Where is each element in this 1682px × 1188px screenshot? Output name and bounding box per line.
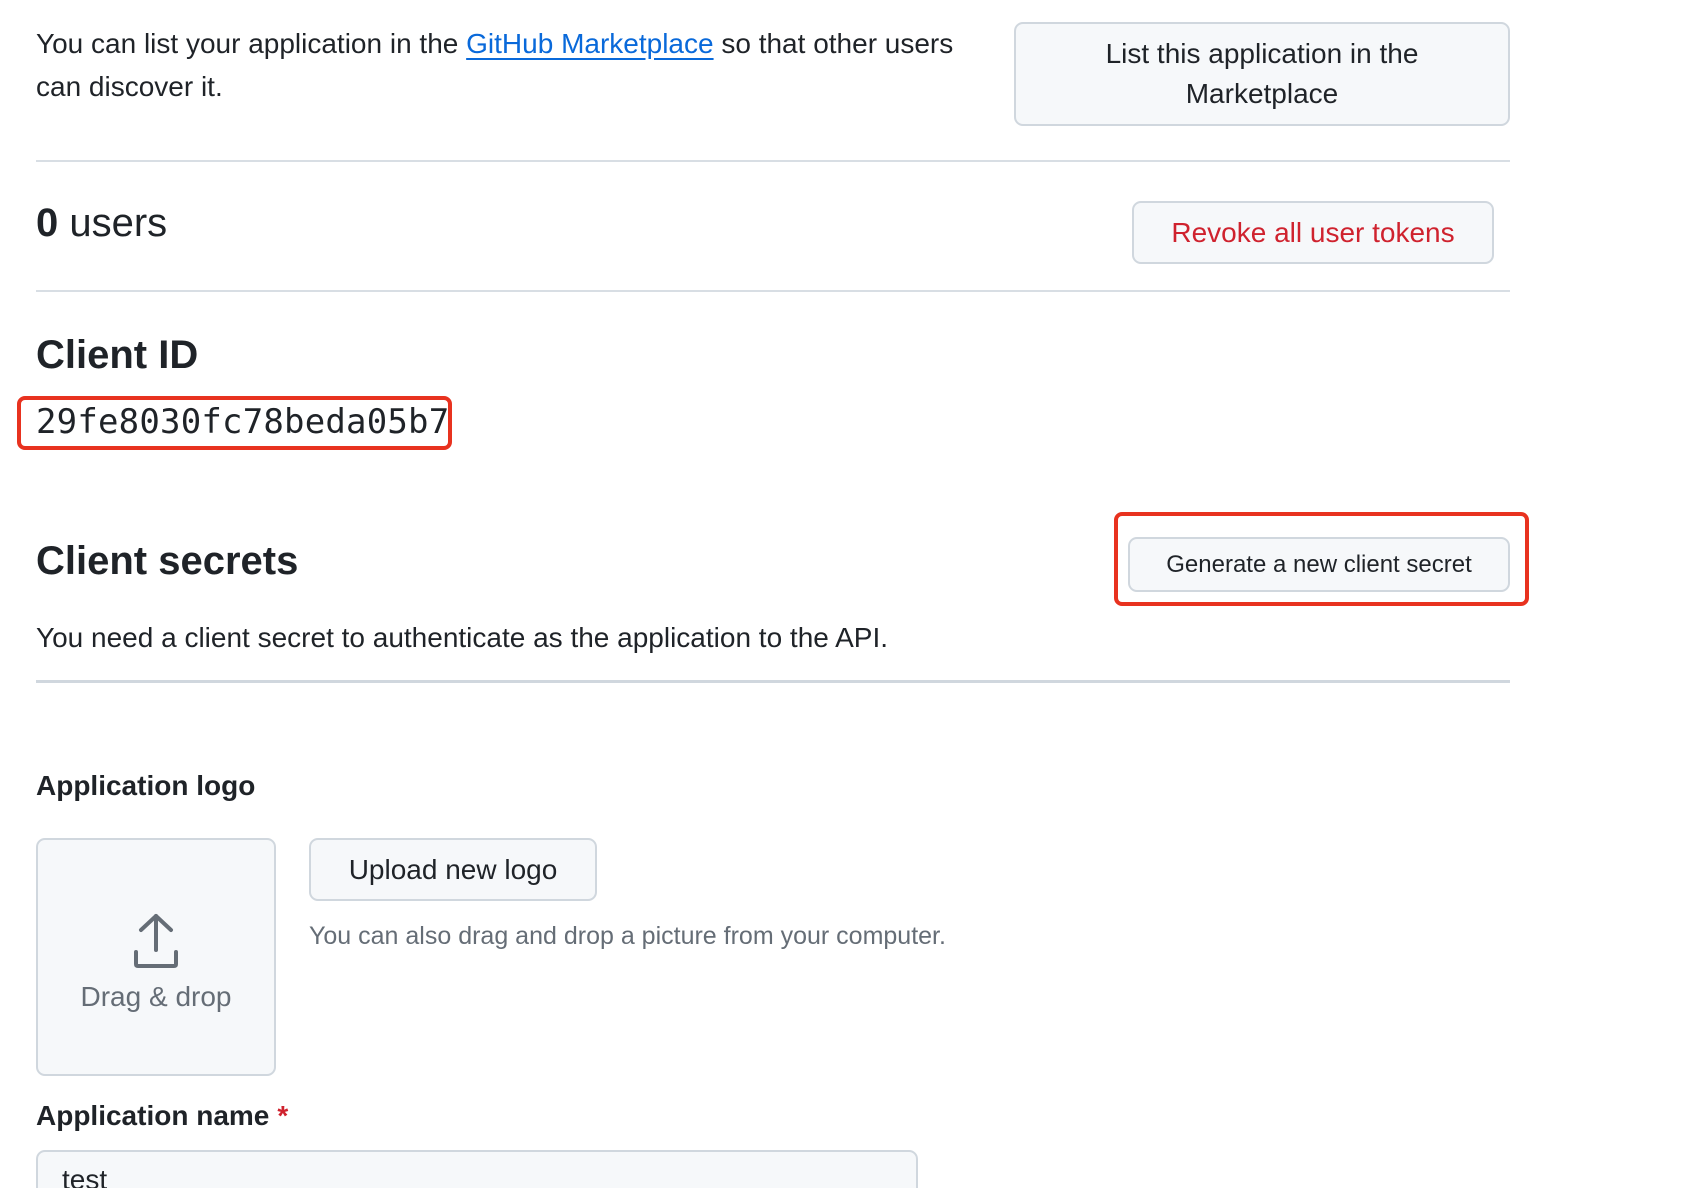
client-id-highlight-box (17, 396, 452, 450)
users-count-heading: 0 users (36, 198, 167, 248)
revoke-all-user-tokens-button[interactable]: Revoke all user tokens (1132, 201, 1494, 264)
list-in-marketplace-button[interactable]: List this application in the Marketplace (1014, 22, 1510, 126)
required-marker: * (277, 1100, 289, 1131)
drag-drop-label: Drag & drop (80, 981, 232, 1012)
divider (36, 680, 1510, 683)
application-name-label: Application name * (36, 1098, 288, 1134)
divider (36, 290, 1510, 292)
github-marketplace-link[interactable]: GitHub Marketplace (466, 28, 713, 59)
upload-new-logo-button[interactable]: Upload new logo (309, 838, 597, 901)
generate-secret-highlight-box (1114, 512, 1529, 606)
client-id-heading: Client ID (36, 333, 199, 377)
client-secrets-heading: Client secrets (36, 539, 299, 583)
marketplace-description: You can list your application in the Git… (36, 22, 1006, 108)
users-label: users (58, 201, 168, 245)
client-secrets-description: You need a client secret to authenticate… (36, 622, 889, 653)
logo-drop-zone[interactable]: Drag & drop (36, 838, 276, 1076)
upload-hint-text: You can also drag and drop a picture fro… (309, 922, 946, 950)
application-name-input[interactable] (36, 1150, 918, 1188)
upload-icon (134, 914, 178, 968)
divider (36, 160, 1510, 162)
application-logo-label: Application logo (36, 770, 256, 801)
users-count: 0 (36, 201, 59, 245)
application-name-label-text: Application name (36, 1100, 270, 1131)
marketplace-text-before: You can list your application in the (36, 28, 467, 59)
